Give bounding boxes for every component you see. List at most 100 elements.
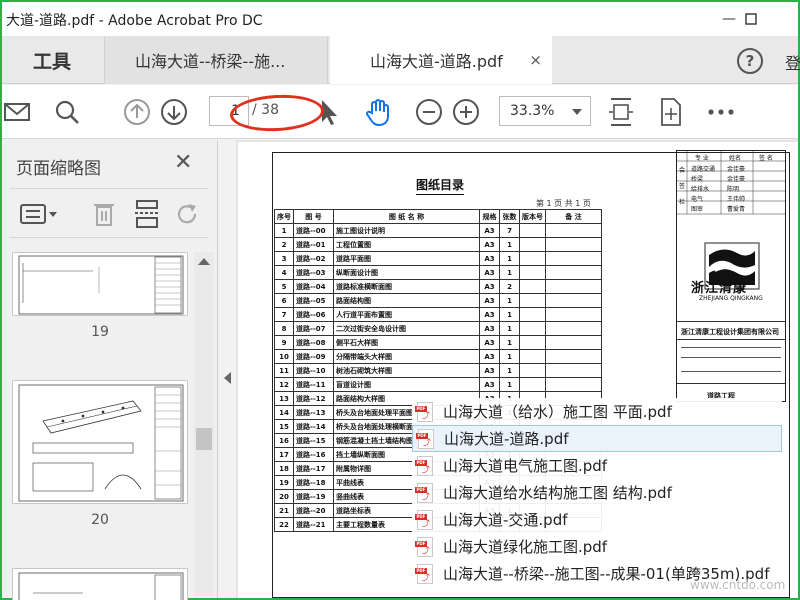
tab-document-bridge[interactable]: 山海大道--桥梁--施... [104,36,328,84]
table-cell: 1 [499,265,520,280]
table-cell: 道路--14 [293,419,334,434]
file-name: 山海大道-道路.pdf [444,430,569,448]
fit-page-icon[interactable] [606,97,636,127]
zoom-out-icon[interactable] [414,97,444,127]
tab-bar: 工具 山海大道--桥梁--施... 山海大道-道路.pdf × ? 登 [2,36,800,84]
table-cell: 1 [499,349,520,364]
table-cell: 树池石砌筑大样图 [333,363,480,378]
delete-icon[interactable] [92,201,116,231]
table-cell: 道路--16 [293,447,334,462]
titleblock-discipline: 道路交通 [691,166,716,173]
scroll-up-icon[interactable] [198,258,210,265]
table-cell: A3 [479,265,500,280]
table-row: 4 道路--03 纵断面设计图 A3 1 [274,265,602,280]
table-cell: 道路--02 [293,251,334,266]
thumbnail-toolbar [10,188,208,238]
tab-tools[interactable]: 工具 [2,36,102,84]
titleblock-person: 金佳豪 [727,176,746,183]
rotate-page-icon[interactable] [656,97,686,127]
close-icon[interactable]: ✕ [174,150,192,175]
table-cell: 道路--11 [293,377,334,392]
file-list-item[interactable]: PDF ⤴ 山海大道给水结构施工图 结构.pdf [412,479,782,506]
zoom-select[interactable]: 33.3% [499,96,591,126]
table-row: 7 道路--06 人行道平面布置图 A3 1 [274,307,602,322]
file-list-item[interactable]: PDF ⤴ 山海大道电气施工图.pdf [412,452,782,479]
table-cell [519,279,546,294]
table-cell [519,335,546,350]
thumbnail-page-20[interactable] [12,380,188,504]
table-cell [519,321,546,336]
table-cell: 1 [499,377,520,392]
zoom-in-icon[interactable] [451,97,481,127]
thumbnail-page-21[interactable] [12,568,188,600]
previous-page-icon[interactable] [122,97,152,127]
help-icon[interactable]: ? [737,48,763,74]
table-cell [545,321,602,336]
titleblock-header: 专 业 [695,155,709,162]
maximize-icon[interactable] [728,2,774,36]
file-list-item[interactable]: PDF ⤴ 山海大道（给水）施工图 平面.pdf [412,398,782,425]
table-cell [545,293,602,308]
table-cell: 8 [274,321,294,336]
pdf-file-icon: PDF ⤴ [415,536,433,557]
tab-label: 山海大道-道路.pdf [370,52,503,71]
table-cell: 道路--09 [293,349,334,364]
table-cell: A3 [479,279,500,294]
table-cell: 10 [274,349,294,364]
table-cell: 纵断面设计图 [333,265,480,280]
table-cell: 道路--13 [293,405,334,420]
collapse-panel-icon[interactable] [224,372,231,384]
more-tools-icon[interactable] [706,97,736,127]
table-cell [545,265,602,280]
column-header: 张数 [499,209,520,224]
table-cell: 3 [274,251,294,266]
table-row: 2 道路--01 工程位置图 A3 1 [274,237,602,252]
table-cell: A3 [479,293,500,308]
thumbnail-label: 19 [91,324,109,340]
titleblock-side-label: 会 [679,167,686,174]
extract-pages-icon[interactable] [134,199,160,233]
table-cell: 二次过街安全岛设计图 [333,321,480,336]
table-cell: 12 [274,377,294,392]
pdf-file-icon: PDF ⤴ [415,509,433,530]
page-thumbnails-panel: 页面缩略图 ✕ 19 20 [2,140,218,600]
table-cell: 1 [274,223,294,238]
titleblock-side-label: 栏 [679,199,686,206]
email-icon[interactable] [2,97,32,127]
titleblock-divider [677,321,785,322]
signin-link[interactable]: 登 [785,50,800,74]
table-row: 1 道路--00 施工图设计说明 A3 7 [274,223,602,238]
table-cell: 道路--10 [293,363,334,378]
table-cell: A3 [479,335,500,350]
close-icon[interactable]: × [529,51,542,69]
table-cell: 道路--08 [293,335,334,350]
table-cell: 4 [274,265,294,280]
table-cell: 1 [499,237,520,252]
hand-tool-icon[interactable] [364,97,394,127]
table-cell [545,237,602,252]
file-list-item[interactable]: PDF ⤴ 山海大道-道路.pdf [412,425,782,452]
table-cell: 5 [274,279,294,294]
scrollbar-thumb[interactable] [196,428,212,450]
next-page-icon[interactable] [159,97,189,127]
tab-document-road[interactable]: 山海大道-道路.pdf × [330,36,552,84]
titleblock-divider [677,383,785,384]
titleblock-person: 陈明 [727,186,740,193]
table-cell [519,237,546,252]
options-menu-icon[interactable] [20,203,60,229]
table-cell: 道路--15 [293,433,334,448]
thumbnail-page-19[interactable] [12,252,188,316]
titleblock-person: 王伟帅 [727,196,746,203]
table-cell: 道路--03 [293,265,334,280]
table-cell: 道路--21 [293,517,334,532]
search-icon[interactable] [52,97,82,127]
table-cell: 道路--18 [293,475,334,490]
file-name: 山海大道（给水）施工图 平面.pdf [443,403,672,421]
file-list-item[interactable]: PDF ⤴ 山海大道-交通.pdf [412,506,782,533]
table-cell: 1 [499,363,520,378]
table-cell: 路面结构图 [333,293,480,308]
table-cell: 侧平石大样图 [333,335,480,350]
file-list-item[interactable]: PDF ⤴ 山海大道绿化施工图.pdf [412,533,782,560]
thumbnail-scrollbar[interactable] [194,252,214,596]
rotate-icon[interactable] [174,201,200,231]
